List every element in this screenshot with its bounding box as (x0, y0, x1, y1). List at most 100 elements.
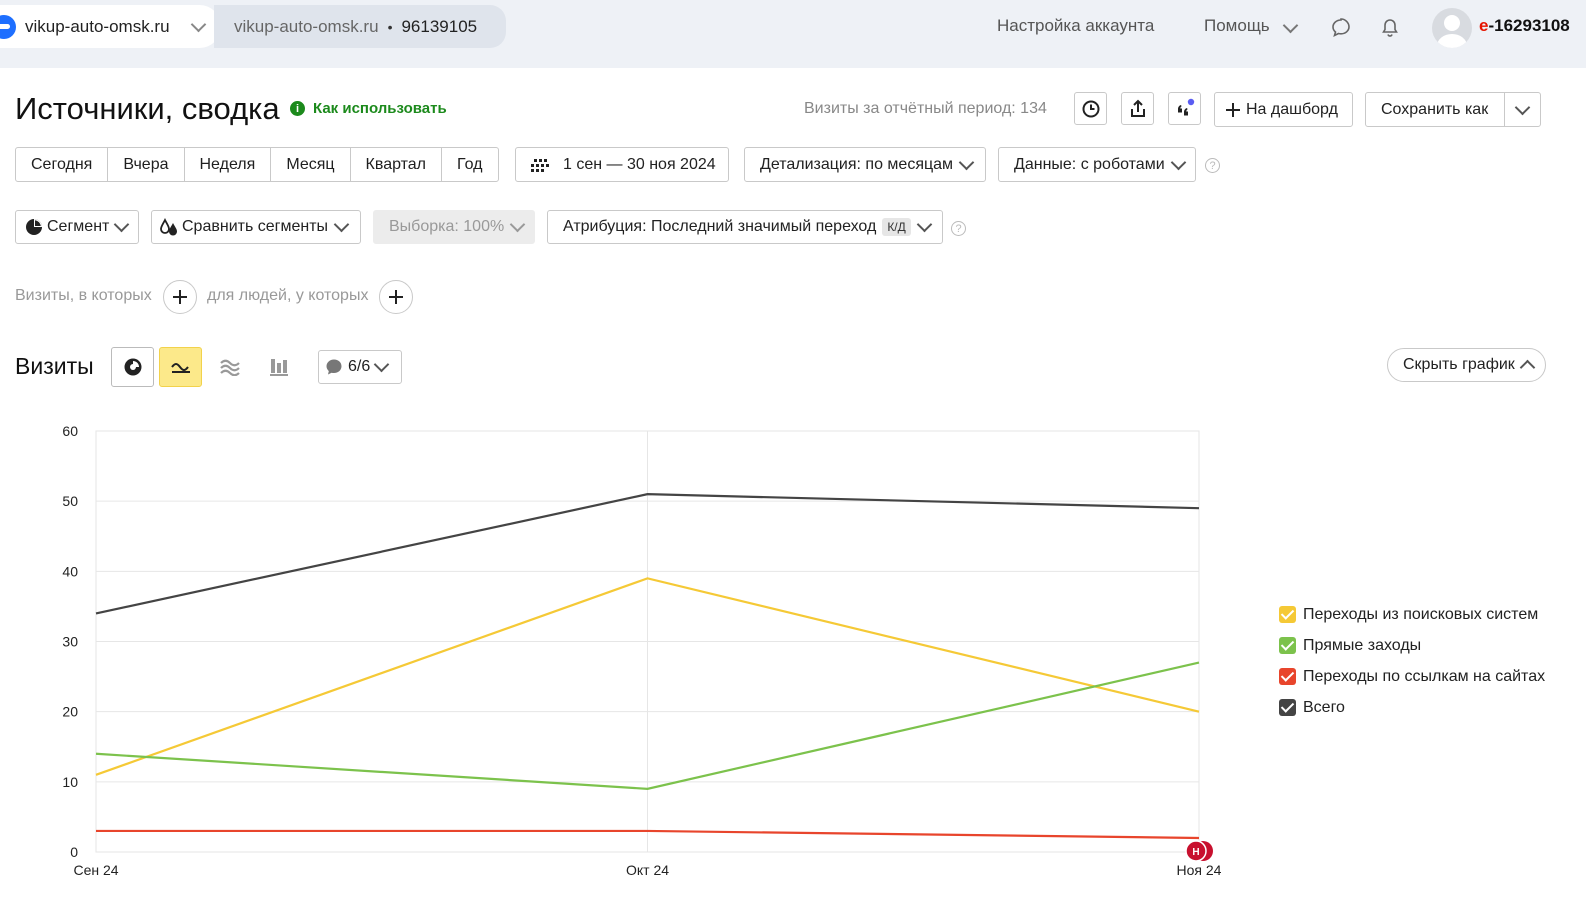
x-tick-label: Ноя 24 (1177, 862, 1222, 878)
chart-legend: Переходы из поисковых систем Прямые захо… (1279, 599, 1545, 723)
counter-domain: vikup-auto-omsk.ru (234, 16, 379, 36)
chart-type-area-button[interactable] (208, 347, 251, 387)
site-logo-icon (0, 14, 16, 39)
legend-label: Прямые заходы (1303, 636, 1422, 654)
hide-chart-label: Скрыть график (1403, 356, 1515, 373)
date-range-picker[interactable]: 1 сен — 30 ноя 2024 (515, 147, 729, 182)
chevron-down-icon (509, 216, 526, 233)
attribution-label: Атрибуция: Последний значимый переход (563, 218, 877, 235)
info-icon: i (290, 101, 305, 116)
visits-line-chart: 0 10 20 30 40 50 60 Сен 24 Окт 24 Ноя 24 Н (62, 423, 1222, 878)
chevron-down-icon (190, 16, 207, 33)
compare-segments-dropdown[interactable]: Сравнить сегменты (151, 210, 361, 244)
counter-separator: • (387, 18, 393, 35)
compare-segments-label: Сравнить сегменты (182, 218, 329, 235)
top-bar: vikup-auto-omsk.ru vikup-auto-omsk.ru • … (0, 0, 1586, 68)
counter-id: 96139105 (401, 16, 478, 36)
segment-dropdown[interactable]: Сегмент (15, 210, 139, 244)
period-year[interactable]: Год (442, 148, 497, 181)
chevron-down-icon (1514, 99, 1531, 115)
chevron-down-icon (916, 216, 933, 233)
y-tick-label: 0 (70, 844, 78, 860)
detail-dropdown[interactable]: Детализация: по месяцам (744, 147, 986, 182)
bell-icon[interactable] (1379, 17, 1401, 39)
export-button[interactable] (1121, 92, 1154, 125)
help-icon[interactable]: ? (1205, 158, 1220, 173)
how-to-use-link[interactable]: i Как использовать (290, 100, 447, 117)
legend-item-direct[interactable]: Прямые заходы (1279, 630, 1545, 661)
period-quarter[interactable]: Квартал (351, 148, 443, 181)
area-chart-icon (219, 359, 240, 376)
legend-item-links[interactable]: Переходы по ссылкам на сайтах (1279, 661, 1545, 692)
period-today[interactable]: Сегодня (16, 148, 109, 181)
chevron-up-icon (1519, 359, 1536, 376)
chevron-down-icon (1282, 17, 1299, 34)
share-icon (1130, 99, 1145, 117)
avatar[interactable] (1432, 8, 1472, 48)
chevron-down-icon (114, 216, 130, 233)
user-login[interactable]: e-16293108 (1479, 16, 1570, 36)
legend-item-total[interactable]: Всего (1279, 692, 1545, 723)
annotations-count: 6/6 (348, 358, 371, 375)
clock-icon (1082, 100, 1099, 117)
chat-icon[interactable] (1330, 17, 1352, 39)
chart-type-bar-button[interactable] (257, 347, 300, 387)
compare-drops-icon (160, 218, 177, 236)
how-to-use-label: Как использовать (313, 100, 447, 117)
y-tick-label: 60 (62, 423, 78, 439)
y-tick-label: 40 (62, 563, 78, 579)
plus-icon (1226, 102, 1240, 117)
visits-period-summary: Визиты за отчётный период: 134 (804, 100, 1047, 117)
legend-label: Всего (1303, 698, 1345, 716)
chevron-down-icon (958, 154, 975, 170)
chevron-down-icon (373, 356, 390, 373)
quote-icon (1177, 98, 1194, 115)
chart-type-pie-button[interactable] (111, 347, 154, 387)
sample-dropdown[interactable]: Выборка: 100% (373, 210, 535, 244)
legend-checkbox[interactable] (1279, 699, 1296, 716)
legend-checkbox[interactable] (1279, 668, 1296, 685)
chevron-down-icon (333, 216, 350, 233)
add-visit-filter-button[interactable] (163, 280, 197, 314)
add-people-filter-button[interactable] (379, 280, 413, 314)
history-button[interactable] (1074, 92, 1107, 125)
pie-chart-icon (26, 219, 42, 235)
bar-chart-icon (269, 359, 288, 376)
calendar-icon (531, 158, 549, 172)
period-week[interactable]: Неделя (185, 148, 272, 181)
attribution-dropdown[interactable]: Атрибуция: Последний значимый переход К/… (547, 210, 943, 244)
add-to-dashboard-button[interactable]: На дашборд (1214, 92, 1353, 127)
annotation-marker-label: Н (1192, 847, 1199, 858)
segment-label: Сегмент (47, 218, 110, 235)
date-range-label: 1 сен — 30 ноя 2024 (563, 155, 716, 173)
help-menu[interactable]: Помощь (1204, 16, 1270, 36)
page-title: Источники, сводка (15, 91, 280, 126)
chart-type-line-button[interactable] (159, 347, 202, 387)
site-selector[interactable]: vikup-auto-omsk.ru (0, 5, 221, 48)
legend-checkbox[interactable] (1279, 637, 1296, 654)
save-as-button[interactable]: Сохранить как (1365, 92, 1505, 127)
help-icon[interactable]: ? (951, 221, 966, 236)
save-as-dropdown[interactable] (1504, 92, 1541, 127)
period-selector: Сегодня Вчера Неделя Месяц Квартал Год (15, 147, 499, 182)
period-month[interactable]: Месяц (271, 148, 351, 181)
period-yesterday[interactable]: Вчера (108, 148, 185, 181)
account-settings-link[interactable]: Настройка аккаунта (997, 16, 1154, 36)
y-tick-label: 30 (62, 634, 78, 650)
ai-assistant-button[interactable] (1168, 92, 1201, 125)
comment-icon (326, 359, 342, 375)
line-chart-icon (170, 363, 190, 373)
hide-chart-button[interactable]: Скрыть график (1387, 348, 1546, 382)
data-mode-label: Данные: с роботами (1014, 155, 1165, 173)
y-tick-label: 10 (62, 774, 78, 790)
site-name: vikup-auto-omsk.ru (25, 16, 170, 36)
pie-chart-icon (124, 358, 141, 376)
attribution-badge: К/Д (882, 218, 911, 236)
y-tick-label: 50 (62, 493, 78, 509)
counter-selector[interactable]: vikup-auto-omsk.ru • 96139105 (214, 5, 506, 48)
data-mode-dropdown[interactable]: Данные: с роботами (998, 147, 1196, 182)
annotations-dropdown[interactable]: 6/6 (318, 350, 402, 384)
legend-item-search[interactable]: Переходы из поисковых систем (1279, 599, 1545, 630)
detail-label: Детализация: по месяцам (760, 155, 954, 173)
legend-checkbox[interactable] (1279, 606, 1296, 623)
